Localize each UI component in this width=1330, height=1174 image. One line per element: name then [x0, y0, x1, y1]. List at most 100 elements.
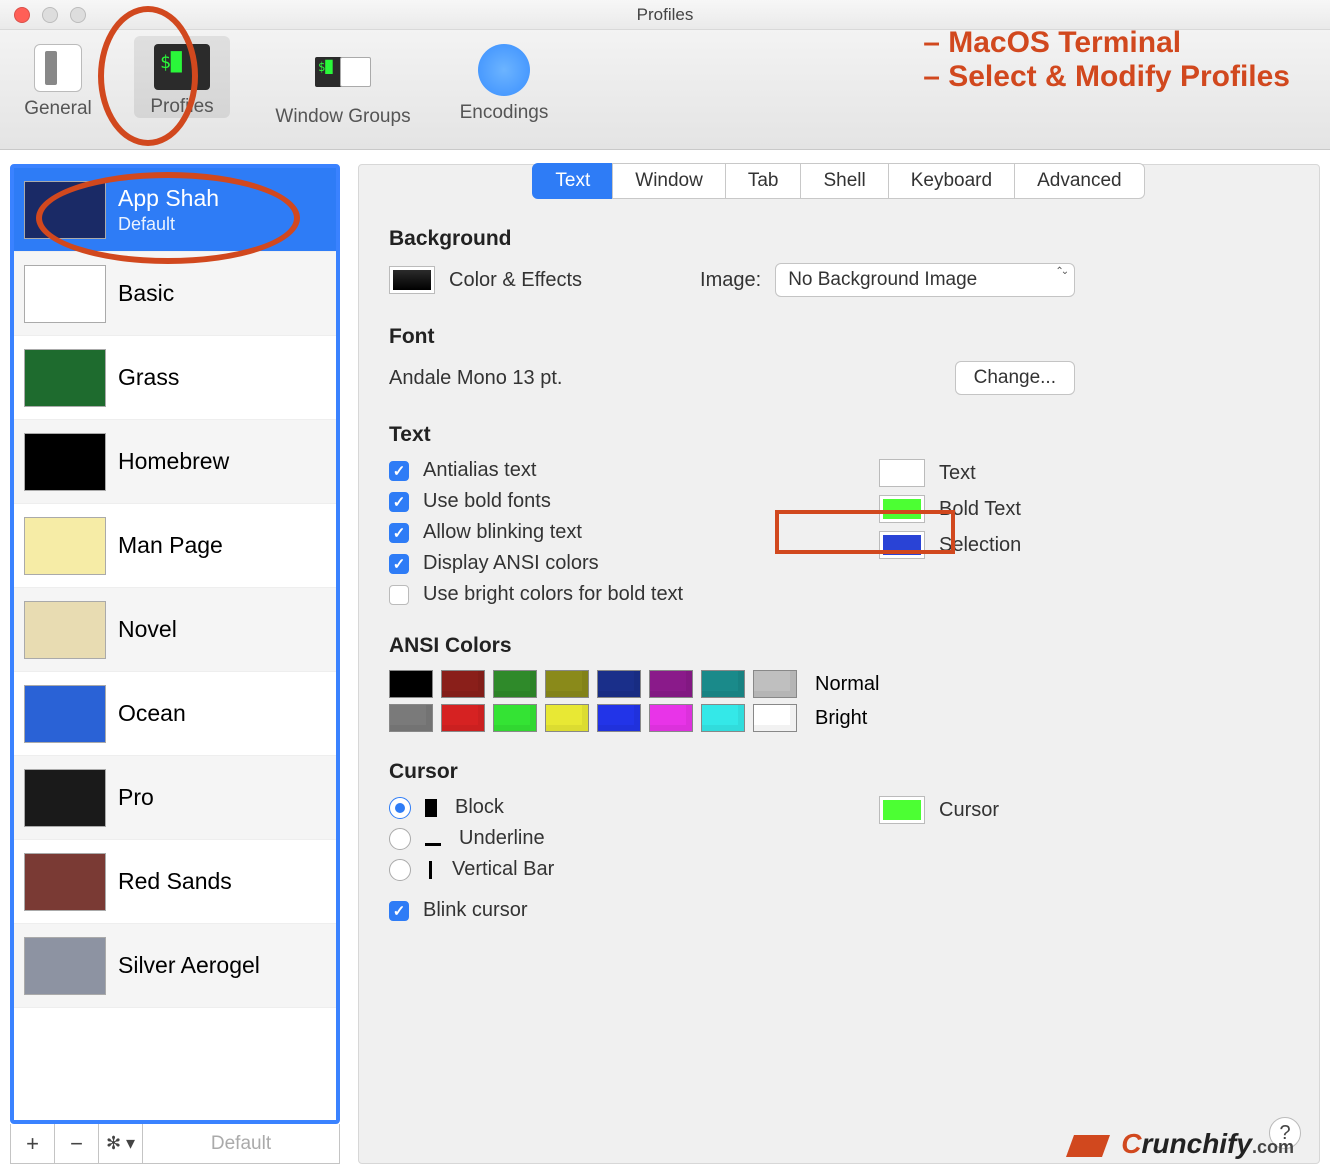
ansi-color-well[interactable]	[493, 704, 537, 732]
block-icon	[425, 799, 437, 817]
profile-row[interactable]: Homebrew	[14, 420, 336, 504]
ansi-color-well[interactable]	[597, 704, 641, 732]
profile-subtitle: Default	[118, 214, 219, 235]
ansi-color-well[interactable]	[545, 704, 589, 732]
profile-name: Pro	[118, 784, 154, 810]
profile-name: Red Sands	[118, 868, 232, 894]
toolbar-profiles[interactable]: Profiles	[134, 36, 230, 118]
bold-text-color-well[interactable]	[879, 495, 925, 523]
globe-icon	[478, 44, 530, 96]
vbar-icon	[429, 861, 432, 879]
profile-thumb	[24, 853, 106, 911]
profile-row[interactable]: Novel	[14, 588, 336, 672]
background-heading: Background	[389, 227, 1289, 251]
blink-cursor-label: Blink cursor	[423, 899, 527, 922]
ansi-color-well[interactable]	[389, 670, 433, 698]
tab-shell[interactable]: Shell	[800, 163, 888, 199]
bold-fonts-checkbox[interactable]	[389, 492, 409, 512]
blink-cursor-checkbox[interactable]	[389, 901, 409, 921]
ansi-color-well[interactable]	[597, 670, 641, 698]
profile-row[interactable]: Man Page	[14, 504, 336, 588]
toolbar-groups-label: Window Groups	[275, 106, 410, 128]
profile-thumb	[24, 601, 106, 659]
tab-keyboard[interactable]: Keyboard	[888, 163, 1015, 199]
zoom-window-button[interactable]	[70, 7, 86, 23]
window-groups-icon	[315, 44, 371, 100]
add-profile-button[interactable]: +	[11, 1124, 55, 1163]
profile-name: Grass	[118, 364, 179, 390]
ansi-row-label: Normal	[815, 673, 879, 696]
ansi-color-well[interactable]	[701, 670, 745, 698]
profile-row[interactable]: Silver Aerogel	[14, 924, 336, 1008]
profile-thumb	[24, 937, 106, 995]
profile-thumb	[24, 181, 106, 239]
ansi-color-well[interactable]	[493, 670, 537, 698]
close-window-button[interactable]	[14, 7, 30, 23]
ansi-color-well[interactable]	[441, 670, 485, 698]
tab-tab[interactable]: Tab	[725, 163, 802, 199]
profile-row[interactable]: Pro	[14, 756, 336, 840]
profile-actions-menu[interactable]: ✻ ▾	[99, 1124, 143, 1163]
window-controls	[0, 7, 86, 23]
bright-bold-label: Use bright colors for bold text	[423, 583, 683, 606]
ansi-color-well[interactable]	[753, 670, 797, 698]
profiles-list[interactable]: App Shah Default Basic Grass HomebrewMan Pag…	[10, 164, 340, 1124]
toolbar-encodings[interactable]: Encodings	[456, 36, 552, 124]
ansi-row-label: Bright	[815, 707, 867, 730]
minimize-window-button[interactable]	[42, 7, 58, 23]
text-color-label: Text	[939, 462, 976, 485]
ansi-color-well[interactable]	[701, 704, 745, 732]
profile-row[interactable]: App Shah Default	[14, 168, 336, 252]
set-default-button[interactable]: Default	[143, 1124, 339, 1163]
ansi-color-well[interactable]	[389, 704, 433, 732]
ansi-color-well[interactable]	[753, 704, 797, 732]
ansi-color-well[interactable]	[441, 704, 485, 732]
settings-panel: TextWindowTabShellKeyboardAdvanced Backg…	[358, 164, 1320, 1164]
profiles-footer: + − ✻ ▾ Default	[10, 1124, 340, 1164]
profile-row[interactable]: Basic	[14, 252, 336, 336]
profile-name: Ocean	[118, 700, 186, 726]
preferences-toolbar: General Profiles Window Groups Encodings…	[0, 30, 1330, 150]
ansi-normal-row: Normal	[389, 670, 1289, 698]
toolbar-encodings-label: Encodings	[460, 102, 549, 124]
annotation-text: – MacOS Terminal – Select & Modify Profi…	[923, 26, 1290, 94]
change-font-button[interactable]: Change...	[955, 361, 1075, 395]
cursor-color-well[interactable]	[879, 796, 925, 824]
text-color-well[interactable]	[879, 459, 925, 487]
tab-advanced[interactable]: Advanced	[1014, 163, 1145, 199]
ansi-color-well[interactable]	[545, 670, 589, 698]
cursor-underline-radio[interactable]	[389, 828, 411, 850]
profile-row[interactable]: Grass	[14, 336, 336, 420]
main-content: App Shah Default Basic Grass HomebrewMan Pag…	[0, 150, 1330, 1174]
profile-row[interactable]: Red Sands	[14, 840, 336, 924]
cursor-vbar-radio[interactable]	[389, 859, 411, 881]
toolbar-profiles-label: Profiles	[150, 96, 213, 118]
cursor-block-label: Block	[455, 796, 504, 819]
ansi-colors-checkbox[interactable]	[389, 554, 409, 574]
profile-name: App Shah	[118, 185, 219, 211]
cursor-block-radio[interactable]	[389, 797, 411, 819]
blinking-text-label: Allow blinking text	[423, 521, 582, 544]
tab-text[interactable]: Text	[532, 163, 613, 199]
tab-window[interactable]: Window	[612, 163, 726, 199]
text-heading: Text	[389, 423, 1289, 447]
ansi-color-well[interactable]	[649, 670, 693, 698]
blinking-text-checkbox[interactable]	[389, 523, 409, 543]
ansi-bright-row: Bright	[389, 704, 1289, 732]
profile-thumb	[24, 517, 106, 575]
ansi-colors-label: Display ANSI colors	[423, 552, 599, 575]
profile-row[interactable]: Ocean	[14, 672, 336, 756]
background-image-label: Image:	[700, 269, 761, 292]
background-image-popup[interactable]: No Background Image	[775, 263, 1075, 297]
antialias-checkbox[interactable]	[389, 461, 409, 481]
toolbar-general[interactable]: General	[10, 36, 106, 120]
bright-bold-checkbox[interactable]	[389, 585, 409, 605]
selection-color-label: Selection	[939, 534, 1021, 557]
toolbar-window-groups[interactable]: Window Groups	[258, 36, 428, 128]
background-color-well[interactable]	[389, 266, 435, 294]
watermark: Crunchify.com	[1070, 1128, 1295, 1160]
selection-color-well[interactable]	[879, 531, 925, 559]
window-title: Profiles	[637, 5, 694, 25]
ansi-color-well[interactable]	[649, 704, 693, 732]
remove-profile-button[interactable]: −	[55, 1124, 99, 1163]
